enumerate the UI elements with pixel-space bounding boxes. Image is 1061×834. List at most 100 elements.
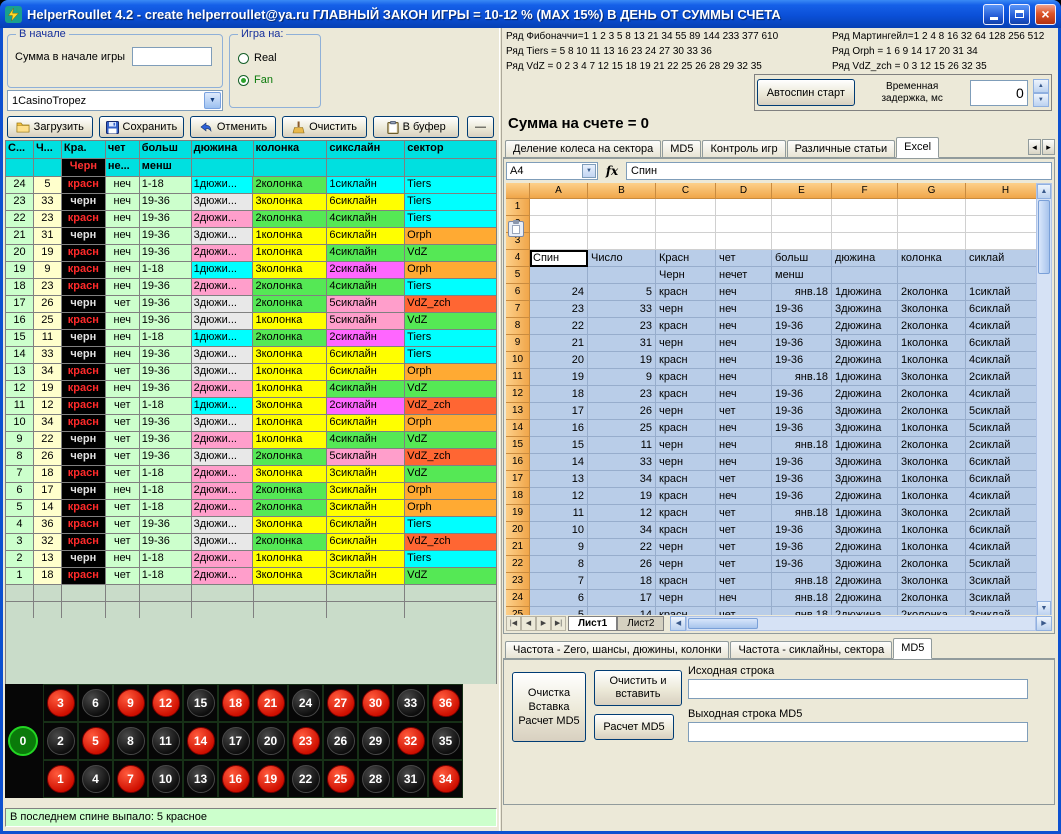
- excel-name-box[interactable]: A4 ▼: [506, 162, 598, 180]
- excel-cell[interactable]: 1дюжина: [832, 437, 898, 454]
- roulette-number[interactable]: 29: [362, 727, 390, 755]
- roulette-number[interactable]: 13: [187, 765, 215, 793]
- excel-cell[interactable]: 19-36: [772, 522, 832, 539]
- excel-cell[interactable]: менш: [772, 267, 832, 284]
- scroll-up-icon[interactable]: ▲: [1037, 184, 1051, 199]
- excel-cell[interactable]: черн: [656, 556, 716, 573]
- excel-cell[interactable]: 23: [530, 301, 588, 318]
- excel-cell[interactable]: 3дюжина: [832, 556, 898, 573]
- roulette-number[interactable]: 14: [187, 727, 215, 755]
- excel-row-header[interactable]: 23: [506, 573, 530, 590]
- roulette-number[interactable]: 20: [257, 727, 285, 755]
- scroll-left-icon[interactable]: ◀: [670, 616, 686, 631]
- excel-cell[interactable]: 19-36: [772, 301, 832, 318]
- roulette-number[interactable]: 28: [362, 765, 390, 793]
- excel-row-header[interactable]: 5: [506, 267, 530, 284]
- excel-cell[interactable]: 23: [588, 318, 656, 335]
- excel-cell[interactable]: 19: [588, 488, 656, 505]
- tab-scroller[interactable]: ◂ ▸: [1028, 139, 1055, 155]
- excel-cell[interactable]: неч: [716, 386, 772, 403]
- excel-cell[interactable]: 2колонка: [898, 437, 966, 454]
- excel-cell[interactable]: красн: [656, 352, 716, 369]
- tab-excel[interactable]: Excel: [896, 137, 939, 158]
- autospin-start-button[interactable]: Автоспин старт: [757, 79, 855, 106]
- excel-cell[interactable]: 23: [588, 386, 656, 403]
- roulette-number[interactable]: 21: [257, 689, 285, 717]
- excel-cell[interactable]: 13: [530, 471, 588, 488]
- excel-cell[interactable]: неч: [716, 420, 772, 437]
- excel-cell[interactable]: 1дюжина: [832, 284, 898, 301]
- md5-clear-and-paste-button[interactable]: Очистить и вставить: [594, 670, 682, 706]
- excel-cell[interactable]: 2колонка: [898, 556, 966, 573]
- select-all-corner[interactable]: [506, 183, 530, 199]
- tab-md5-bottom[interactable]: MD5: [893, 638, 932, 659]
- excel-column-header[interactable]: C: [656, 183, 716, 199]
- delay-spinner[interactable]: ▲ ▼: [1033, 79, 1049, 107]
- excel-cell[interactable]: неч: [716, 590, 772, 607]
- roulette-number[interactable]: 8: [117, 727, 145, 755]
- excel-cell[interactable]: [966, 267, 1036, 284]
- vertical-scrollbar[interactable]: ▲ ▼: [1036, 183, 1052, 617]
- excel-cell[interactable]: 20: [530, 352, 588, 369]
- excel-cell[interactable]: 3дюжина: [832, 301, 898, 318]
- sheet-nav-icon[interactable]: |◀: [506, 616, 521, 631]
- excel-cell[interactable]: 19-36: [772, 335, 832, 352]
- excel-cell[interactable]: [588, 267, 656, 284]
- scroll-down-icon[interactable]: ▼: [1037, 601, 1051, 616]
- excel-column-header[interactable]: D: [716, 183, 772, 199]
- excel-cell[interactable]: 21: [530, 335, 588, 352]
- excel-cell[interactable]: [656, 233, 716, 250]
- excel-cell[interactable]: [530, 267, 588, 284]
- roulette-number[interactable]: 32: [397, 727, 425, 755]
- excel-cell[interactable]: неч: [716, 318, 772, 335]
- excel-row-header[interactable]: 16: [506, 454, 530, 471]
- excel-cell[interactable]: 6сиклай: [966, 522, 1036, 539]
- roulette-number[interactable]: 5: [82, 727, 110, 755]
- excel-cell[interactable]: [832, 267, 898, 284]
- excel-cell[interactable]: красн: [656, 284, 716, 301]
- excel-cell[interactable]: неч: [716, 335, 772, 352]
- radio-option-real[interactable]: Real: [238, 47, 277, 69]
- spinner-down-icon[interactable]: ▼: [1033, 93, 1049, 107]
- md5-calc-button[interactable]: Расчет MD5: [594, 714, 674, 740]
- roulette-number[interactable]: 24: [292, 689, 320, 717]
- excel-cell[interactable]: 19-36: [772, 420, 832, 437]
- excel-cell[interactable]: 19-36: [772, 386, 832, 403]
- sheet-tab-лист1[interactable]: Лист1: [568, 616, 617, 631]
- sheet-nav-icon[interactable]: ▶|: [551, 616, 566, 631]
- excel-cell[interactable]: дюжина: [832, 250, 898, 267]
- tab-freq-chances[interactable]: Частота - Zero, шансы, дюжины, колонки: [505, 641, 729, 658]
- excel-cell[interactable]: неч: [716, 454, 772, 471]
- excel-cell[interactable]: чет: [716, 505, 772, 522]
- roulette-number[interactable]: 36: [432, 689, 460, 717]
- excel-cell[interactable]: 18: [588, 573, 656, 590]
- excel-cell[interactable]: 2дюжина: [832, 386, 898, 403]
- roulette-number[interactable]: 1: [47, 765, 75, 793]
- excel-cell[interactable]: 2сиклай: [966, 369, 1036, 386]
- excel-cell[interactable]: [966, 216, 1036, 233]
- roulette-number[interactable]: 15: [187, 689, 215, 717]
- excel-cell[interactable]: 3дюжина: [832, 522, 898, 539]
- excel-cell[interactable]: 7: [530, 573, 588, 590]
- excel-cell[interactable]: 3колонка: [898, 573, 966, 590]
- excel-cell[interactable]: 3колонка: [898, 301, 966, 318]
- tab-freq-sixlines[interactable]: Частота - сиклайны, сектора: [730, 641, 892, 658]
- chevron-down-icon[interactable]: ▼: [582, 164, 596, 178]
- md5-output[interactable]: [688, 722, 1028, 742]
- excel-cell[interactable]: 5: [588, 284, 656, 301]
- excel-cell[interactable]: [656, 216, 716, 233]
- paste-options-icon[interactable]: [508, 221, 524, 237]
- excel-cell[interactable]: неч: [716, 437, 772, 454]
- excel-cell[interactable]: 2колонка: [898, 386, 966, 403]
- excel-cell[interactable]: красн: [656, 573, 716, 590]
- excel-cell[interactable]: 1колонка: [898, 420, 966, 437]
- excel-cell[interactable]: 17: [588, 590, 656, 607]
- excel-cell[interactable]: 19-36: [772, 403, 832, 420]
- excel-column-header[interactable]: F: [832, 183, 898, 199]
- excel-cell[interactable]: янв.18: [772, 369, 832, 386]
- excel-cell[interactable]: 19-36: [772, 539, 832, 556]
- roulette-number[interactable]: 23: [292, 727, 320, 755]
- excel-cell[interactable]: [772, 233, 832, 250]
- excel-cell[interactable]: 5сиклай: [966, 556, 1036, 573]
- excel-cell[interactable]: чет: [716, 556, 772, 573]
